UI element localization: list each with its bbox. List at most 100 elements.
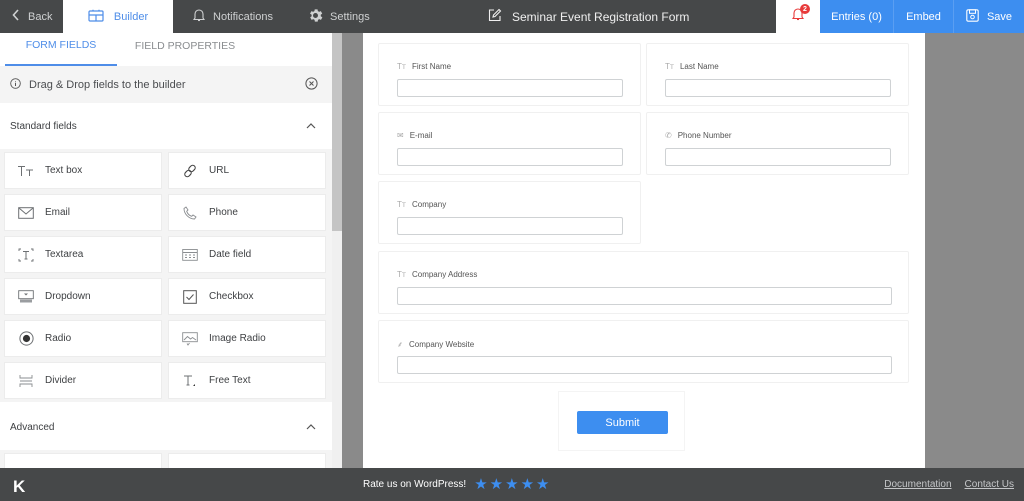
- field-radio[interactable]: Radio: [4, 320, 162, 357]
- field-label: Checkbox: [209, 291, 254, 302]
- advanced-field-item[interactable]: [4, 453, 162, 468]
- documentation-link[interactable]: Documentation: [884, 479, 951, 490]
- form-field-phone[interactable]: ✆ Phone Number: [646, 112, 909, 175]
- tab-form-fields[interactable]: FORM FIELDS: [5, 33, 117, 66]
- first-name-input[interactable]: [397, 79, 623, 97]
- tab-builder[interactable]: Builder: [63, 0, 173, 33]
- field-text-box[interactable]: Text box: [4, 152, 162, 189]
- field-label: Email: [45, 207, 71, 218]
- info-icon: [10, 77, 21, 92]
- field-label: Text box: [45, 165, 83, 176]
- chevron-left-icon: [12, 9, 20, 24]
- field-divider[interactable]: Divider: [4, 362, 162, 399]
- notification-badge: 2: [800, 4, 810, 14]
- form-field-last-name[interactable]: TT Last Name: [646, 43, 909, 106]
- field-dropdown[interactable]: Dropdown: [4, 278, 162, 315]
- sidebar-tabs: FORM FIELDS FIELD PROPERTIES: [0, 33, 332, 66]
- star-icon[interactable]: ★: [536, 477, 549, 492]
- canvas-background: [925, 33, 1024, 468]
- star-icon[interactable]: ★: [505, 477, 518, 492]
- field-label: Textarea: [45, 249, 84, 260]
- text-icon: TT: [397, 200, 406, 209]
- phone-icon: [181, 205, 199, 220]
- company-website-input[interactable]: [397, 356, 892, 374]
- standard-fields-header[interactable]: Standard fields: [0, 103, 332, 149]
- field-date[interactable]: Date field: [168, 236, 326, 273]
- field-checkbox[interactable]: Checkbox: [168, 278, 326, 315]
- back-button[interactable]: Back: [0, 0, 63, 33]
- field-email[interactable]: Email: [4, 194, 162, 231]
- text-icon: TT: [397, 270, 406, 279]
- envelope-icon: ✉: [397, 131, 404, 140]
- field-free-text[interactable]: Free Text: [168, 362, 326, 399]
- embed-button[interactable]: Embed: [893, 0, 953, 33]
- field-label: E-mail: [409, 131, 433, 140]
- form-field-first-name[interactable]: TT First Name: [378, 43, 641, 106]
- contact-us-link[interactable]: Contact Us: [965, 479, 1014, 490]
- field-label: Free Text: [209, 375, 251, 386]
- field-label: Date field: [209, 249, 252, 260]
- field-label: Radio: [45, 333, 72, 344]
- company-address-input[interactable]: [397, 287, 892, 305]
- field-label: URL: [209, 165, 230, 176]
- field-label: Company Website: [409, 340, 475, 349]
- alerts-button[interactable]: 2: [776, 0, 820, 33]
- free-text-icon: [181, 374, 199, 388]
- email-input[interactable]: [397, 148, 623, 166]
- rate-text: Rate us on WordPress!: [363, 479, 467, 490]
- form-field-email[interactable]: ✉ E-mail: [378, 112, 641, 175]
- field-url[interactable]: URL: [168, 152, 326, 189]
- save-button[interactable]: Save: [953, 0, 1024, 33]
- field-label: First Name: [411, 62, 452, 71]
- field-phone[interactable]: Phone: [168, 194, 326, 231]
- field-label: Last Name: [679, 62, 719, 71]
- sidebar-scrollbar-thumb[interactable]: [332, 33, 342, 231]
- save-icon: [966, 8, 979, 25]
- field-label: Divider: [45, 375, 77, 386]
- chevron-up-icon: [306, 422, 316, 433]
- textarea-icon: [17, 248, 35, 262]
- notifications-label: Notifications: [213, 10, 273, 23]
- advanced-field-item[interactable]: [168, 453, 326, 468]
- standard-fields-grid: Text box URL Email Phone Textarea Date f…: [0, 149, 332, 402]
- form-field-company[interactable]: TT Company: [378, 181, 641, 244]
- submit-container: Submit: [558, 391, 685, 451]
- advanced-title: Advanced: [10, 421, 55, 433]
- phone-input[interactable]: [665, 148, 891, 166]
- tab-notifications[interactable]: Notifications: [173, 0, 293, 33]
- field-label: Image Radio: [209, 333, 266, 344]
- rate-us: Rate us on WordPress! ★ ★ ★ ★ ★: [363, 468, 549, 501]
- tab-settings[interactable]: Settings: [293, 0, 393, 33]
- tab-field-properties[interactable]: FIELD PROPERTIES: [125, 33, 245, 66]
- field-image-radio[interactable]: Image Radio: [168, 320, 326, 357]
- canvas-gutter: [342, 33, 363, 468]
- advanced-header[interactable]: Advanced: [0, 404, 332, 450]
- link-icon: ⸙: [397, 340, 403, 349]
- company-input[interactable]: [397, 217, 623, 235]
- save-label: Save: [986, 10, 1013, 23]
- star-icon[interactable]: ★: [521, 477, 534, 492]
- form-field-company-website[interactable]: ⸙ Company Website: [378, 320, 909, 383]
- form-field-company-address[interactable]: TT Company Address: [378, 251, 909, 314]
- footer-links: Documentation Contact Us: [884, 468, 1014, 501]
- rating-stars[interactable]: ★ ★ ★ ★ ★: [474, 477, 549, 492]
- close-hint-icon[interactable]: [305, 76, 318, 93]
- standard-fields-title: Standard fields: [10, 120, 77, 132]
- sidebar-scrollbar[interactable]: [332, 33, 342, 468]
- footer: K Rate us on WordPress! ★ ★ ★ ★ ★ Documentat…: [0, 468, 1024, 501]
- checkbox-icon: [181, 289, 199, 304]
- entries-button[interactable]: Entries (0): [820, 0, 893, 33]
- star-icon[interactable]: ★: [490, 477, 503, 492]
- submit-button[interactable]: Submit: [577, 411, 668, 434]
- field-label: Company: [411, 200, 447, 209]
- image-radio-icon: [181, 331, 199, 346]
- builder-icon: [88, 9, 104, 25]
- field-textarea[interactable]: Textarea: [4, 236, 162, 273]
- dropdown-icon: [17, 290, 35, 303]
- star-icon[interactable]: ★: [474, 477, 487, 492]
- bell-icon: [193, 8, 206, 25]
- form-title[interactable]: Seminar Event Registration Form: [488, 0, 689, 33]
- brand-logo: K: [13, 477, 26, 496]
- last-name-input[interactable]: [665, 79, 891, 97]
- entries-label: Entries (0): [831, 10, 882, 23]
